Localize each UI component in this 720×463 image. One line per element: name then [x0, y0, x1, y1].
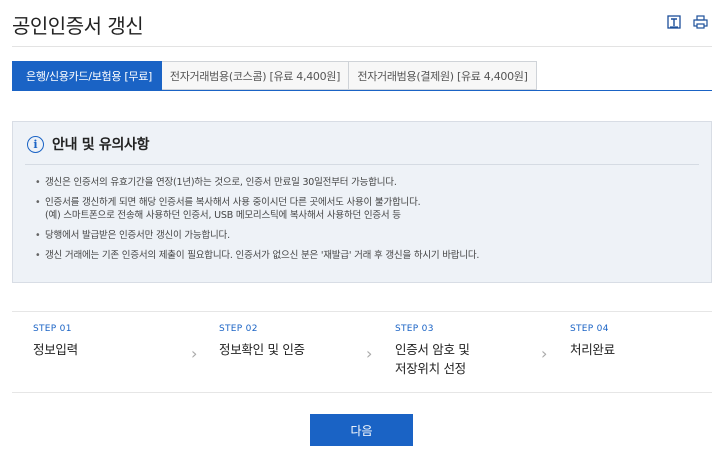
step-number: STEP 04 — [570, 324, 609, 334]
step-4: STEP 04 처리완료 — [570, 324, 615, 359]
steps-bottom-divider — [12, 392, 712, 393]
page-title: 공인인증서 갱신 — [12, 14, 144, 38]
step-label-line: 인증서 암호 및 — [395, 342, 470, 357]
chevron-right-icon: › — [541, 344, 548, 363]
chevron-right-icon: › — [191, 344, 198, 363]
step-label: 처리완료 — [570, 342, 615, 357]
notice-item: 인증서를 갱신하게 되면 해당 인증서를 복사해서 사용 중이시던 다른 곳에서… — [35, 196, 479, 222]
step-label-line: 저장위치 선정 — [395, 361, 466, 376]
title-divider — [12, 46, 712, 47]
step-label: 정보입력 — [33, 342, 78, 357]
notice-box: i 안내 및 유의사항 갱신은 인증서의 유효기간을 연장(1년)하는 것으로,… — [12, 121, 712, 283]
info-icon: i — [27, 135, 44, 153]
notice-divider — [25, 164, 699, 165]
cert-type-tabs: 은행/신용카드/보험용 [무료] 전자거래범용(코스콤) [유료 4,400원]… — [12, 61, 537, 90]
notice-list: 갱신은 인증서의 유효기간을 연장(1년)하는 것으로, 인증서 만료일 30일… — [35, 176, 479, 269]
steps-top-divider — [12, 311, 712, 312]
step-1: STEP 01 정보입력 — [33, 324, 78, 359]
notice-item-text: 당행에서 발급받은 인증서만 갱신이 가능합니다. — [45, 230, 230, 241]
notice-item-text: 인증서를 갱신하게 되면 해당 인증서를 복사해서 사용 중이시던 다른 곳에서… — [45, 197, 421, 208]
step-label: 인증서 암호 및 저장위치 선정 — [395, 340, 470, 378]
step-2: STEP 02 정보확인 및 인증 — [219, 324, 305, 359]
notice-item: 갱신은 인증서의 유효기간을 연장(1년)하는 것으로, 인증서 만료일 30일… — [35, 176, 479, 189]
step-number: STEP 03 — [395, 324, 434, 334]
next-button[interactable]: 다음 — [310, 414, 413, 446]
chevron-right-icon: › — [366, 344, 373, 363]
save-text-icon[interactable] — [666, 14, 682, 30]
notice-item-text: 갱신은 인증서의 유효기간을 연장(1년)하는 것으로, 인증서 만료일 30일… — [45, 177, 397, 188]
tabs-divider — [12, 90, 712, 91]
notice-item: 갱신 거래에는 기존 인증서의 제출이 필요합니다. 인증서가 없으신 분은 '… — [35, 249, 479, 262]
notice-item-example: (예) 스마트폰으로 전송해 사용하던 인증서, USB 메모리스틱에 복사해서… — [45, 210, 401, 221]
tab-bank-card-insurance[interactable]: 은행/신용카드/보험용 [무료] — [12, 61, 162, 90]
tab-kftc[interactable]: 전자거래범용(결제원) [유료 4,400원] — [349, 61, 537, 90]
notice-item-text: 갱신 거래에는 기존 인증서의 제출이 필요합니다. 인증서가 없으신 분은 '… — [45, 250, 480, 261]
step-number: STEP 02 — [219, 324, 258, 334]
notice-item: 당행에서 발급받은 인증서만 갱신이 가능합니다. — [35, 229, 479, 242]
notice-title: 안내 및 유의사항 — [52, 137, 150, 153]
step-label: 정보확인 및 인증 — [219, 342, 305, 357]
notice-header: i 안내 및 유의사항 — [27, 134, 150, 154]
step-number: STEP 01 — [33, 324, 72, 334]
top-toolbar — [666, 14, 708, 30]
tab-koscom[interactable]: 전자거래범용(코스콤) [유료 4,400원] — [162, 61, 349, 90]
step-3: STEP 03 인증서 암호 및 저장위치 선정 — [395, 324, 470, 378]
print-icon[interactable] — [692, 14, 708, 30]
